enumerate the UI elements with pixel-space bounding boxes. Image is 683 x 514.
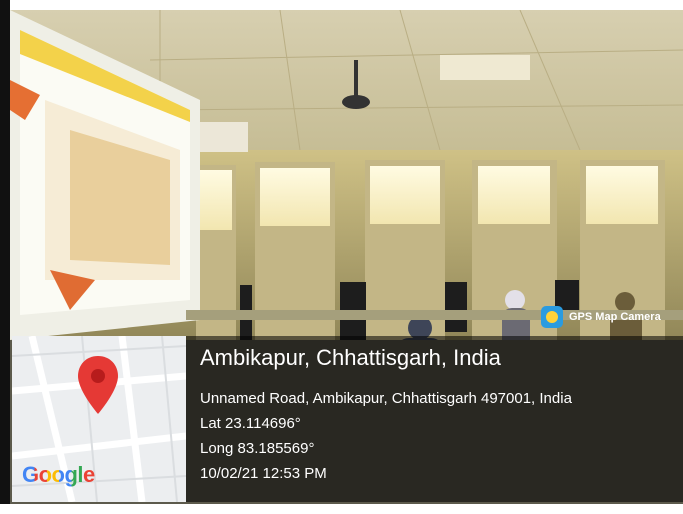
gps-map-camera-label: GPS Map Camera (569, 311, 661, 323)
address-text: Unnamed Road, Ambikapur, Chhattisgarh 49… (200, 390, 572, 407)
gps-map-camera-badge: GPS Map Camera (541, 303, 665, 331)
google-logo-text: Google (22, 462, 95, 487)
map-thumbnail[interactable]: Google (12, 336, 186, 502)
latitude-text: Lat 23.114696° (200, 415, 301, 432)
place-name: Ambikapur, Chhattisgarh, India (200, 345, 501, 370)
left-border (0, 0, 10, 514)
top-border (0, 0, 683, 10)
gps-map-camera-icon (541, 306, 563, 328)
google-logo: Google (22, 462, 95, 488)
photo-frame: Google Ambikapur, Chhattisgarh, India Un… (0, 0, 683, 514)
longitude-text: Long 83.185569° (200, 440, 315, 457)
datetime-text: 10/02/21 12:53 PM (200, 465, 327, 482)
bottom-border (0, 504, 683, 514)
